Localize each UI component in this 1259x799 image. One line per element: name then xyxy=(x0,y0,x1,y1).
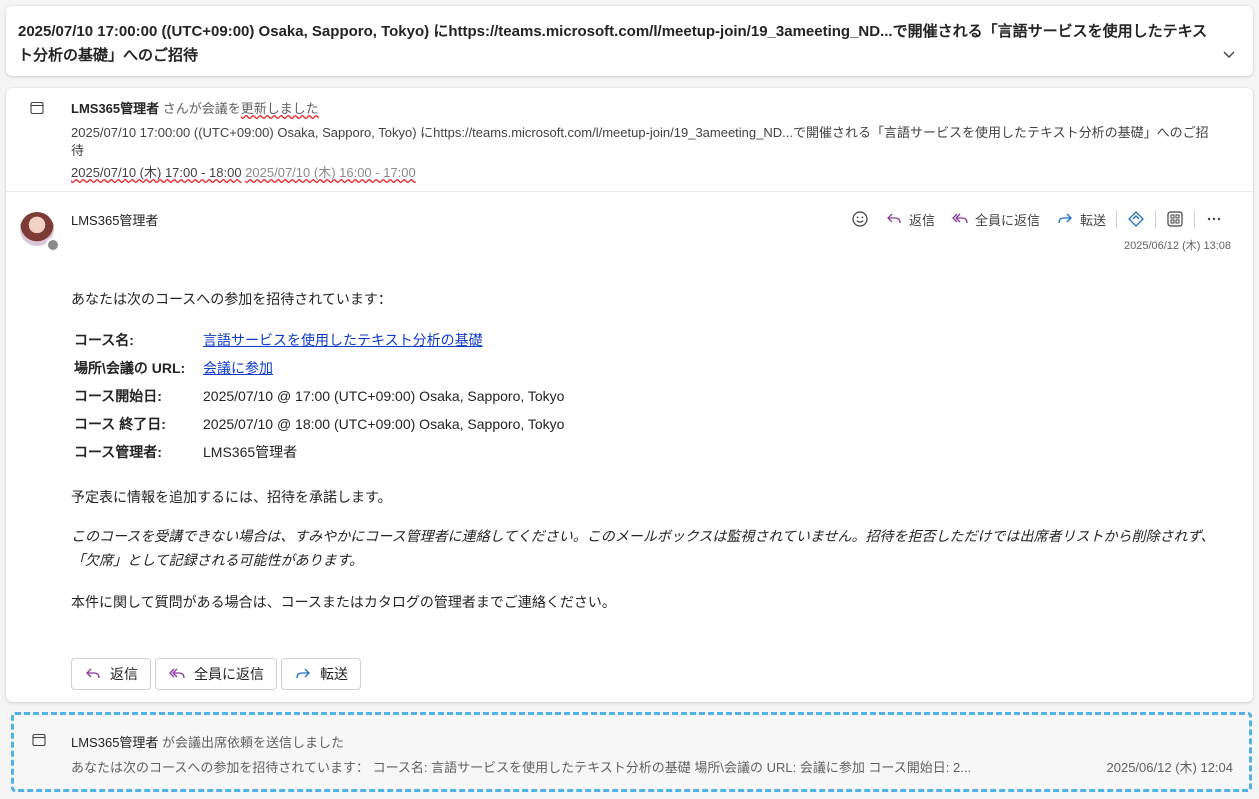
course-row: コース管理者: LMS365管理者 xyxy=(71,438,567,466)
course-row: 場所\会議の URL: 会議に参加 xyxy=(71,354,567,382)
course-row: コース 終了日: 2025/07/10 @ 18:00 (UTC+09:00) … xyxy=(71,410,567,438)
reply-all-icon xyxy=(169,668,185,679)
teams-icon xyxy=(1128,211,1144,227)
sender-name[interactable]: LMS365管理者 xyxy=(71,210,158,229)
subject-title: 2025/07/10 17:00:00 ((UTC+09:00) Osaka, … xyxy=(18,23,1208,64)
forward-action-label: 転送 xyxy=(320,666,348,682)
body-intro: あなたは次のコースへの参加を招待されています： xyxy=(71,291,392,307)
end-date-value: 2025/07/10 @ 18:00 (UTC+09:00) Osaka, Sa… xyxy=(203,416,565,432)
calendar-icon xyxy=(30,101,44,115)
chevron-down-icon[interactable] xyxy=(1221,46,1237,62)
accept-instruction: 予定表に情報を追加するには、招待を承諾します。 xyxy=(71,489,392,505)
reply-label: 返信 xyxy=(908,212,935,228)
update-new-time: 2025/07/10 (木) 17:00 - 18:00 xyxy=(71,165,242,180)
collapsed-meeting-request[interactable]: LMS365管理者 が会議出席依頼を送信しました あなたは次のコースへの参加を招… xyxy=(11,712,1252,792)
forward-icon xyxy=(1058,213,1072,224)
course-row: コース名: 言語サービスを使用したテキスト分析の基礎 xyxy=(71,326,567,354)
toolbar-divider xyxy=(1116,210,1117,228)
update-time-change: 2025/07/10 (木) 17:00 - 18:00 2025/07/10 … xyxy=(71,164,416,182)
apps-button[interactable] xyxy=(1158,208,1192,230)
reply-all-label: 全員に返信 xyxy=(974,212,1040,228)
message-toolbar: 返信 全員に返信 転送 xyxy=(843,208,1231,230)
update-action-highlight: 更新しました xyxy=(240,101,319,116)
message-thread: LMS365管理者 さんが会議を更新しました 2025/07/10 17:00:… xyxy=(6,88,1253,702)
reply-icon xyxy=(86,668,100,679)
collapsed-date: 2025/06/12 (木) 12:04 xyxy=(1106,760,1233,775)
reply-all-icon xyxy=(952,213,968,224)
collapsed-summary: LMS365管理者 が会議出席依頼を送信しました xyxy=(71,732,344,751)
course-details-table: コース名: 言語サービスを使用したテキスト分析の基礎 場所\会議の URL: 会… xyxy=(71,326,567,466)
collapsed-actor: LMS365管理者 xyxy=(71,735,159,750)
course-admin-value: LMS365管理者 xyxy=(203,444,298,460)
end-date-label: コース 終了日: xyxy=(74,416,166,432)
contact-instruction: 本件に関して質問がある場合は、コースまたはカタログの管理者までご連絡ください。 xyxy=(71,594,616,610)
course-row: コース開始日: 2025/07/10 @ 17:00 (UTC+09:00) O… xyxy=(71,382,567,410)
reply-all-action-button[interactable]: 全員に返信 xyxy=(155,658,277,690)
forward-button[interactable]: 転送 xyxy=(1048,208,1114,230)
forward-action-button[interactable]: 転送 xyxy=(281,658,361,690)
collapsed-action: が会議出席依頼を送信しました xyxy=(158,735,345,750)
reply-all-action-label: 全員に返信 xyxy=(194,666,264,682)
reply-actions: 返信 全員に返信 転送 xyxy=(71,658,361,690)
attendance-notice: このコースを受講できない場合は、すみやかにコース管理者に連絡してください。このメ… xyxy=(71,528,1215,568)
update-actor: LMS365管理者 xyxy=(71,101,160,116)
forward-icon xyxy=(296,668,310,679)
forward-label: 転送 xyxy=(1079,212,1106,228)
emoji-button[interactable] xyxy=(843,208,877,230)
update-old-time: 2025/07/10 (木) 16:00 - 17:00 xyxy=(245,165,416,180)
collapsed-preview: あなたは次のコースへの参加を招待されています： コース名: 言語サービスを使用し… xyxy=(71,760,972,775)
presence-badge xyxy=(46,238,60,252)
calendar-icon xyxy=(32,733,46,747)
toolbar-divider xyxy=(1155,210,1156,228)
teams-button[interactable] xyxy=(1119,208,1153,230)
reply-icon xyxy=(887,213,901,224)
update-action-prefix: さんが会議を xyxy=(159,101,241,116)
subject-header: 2025/07/10 17:00:00 ((UTC+09:00) Osaka, … xyxy=(6,6,1253,76)
more-button[interactable] xyxy=(1197,208,1231,230)
toolbar-divider xyxy=(1194,210,1195,228)
reply-button[interactable]: 返信 xyxy=(877,208,943,230)
start-date-label: コース開始日: xyxy=(74,388,162,404)
reply-action-label: 返信 xyxy=(110,666,138,682)
course-name-link[interactable]: 言語サービスを使用したテキスト分析の基礎 xyxy=(203,332,483,348)
apps-icon xyxy=(1167,211,1183,227)
emoji-icon xyxy=(852,211,868,227)
meeting-update-notice[interactable]: LMS365管理者 さんが会議を更新しました 2025/07/10 17:00:… xyxy=(6,88,1253,192)
meeting-url-label: 場所\会議の URL: xyxy=(74,360,186,376)
update-detail: 2025/07/10 17:00:00 ((UTC+09:00) Osaka, … xyxy=(71,125,1209,158)
reply-all-button[interactable]: 全員に返信 xyxy=(943,208,1048,230)
message-date: 2025/06/12 (木) 13:08 xyxy=(1123,240,1231,252)
course-admin-label: コース管理者: xyxy=(74,444,162,460)
course-name-label: コース名: xyxy=(74,332,134,348)
start-date-value: 2025/07/10 @ 17:00 (UTC+09:00) Osaka, Sa… xyxy=(203,388,565,404)
reply-action-button[interactable]: 返信 xyxy=(71,658,151,690)
more-icon xyxy=(1207,217,1221,221)
update-summary: LMS365管理者 さんが会議を更新しました xyxy=(71,100,319,118)
join-meeting-link[interactable]: 会議に参加 xyxy=(203,360,273,376)
